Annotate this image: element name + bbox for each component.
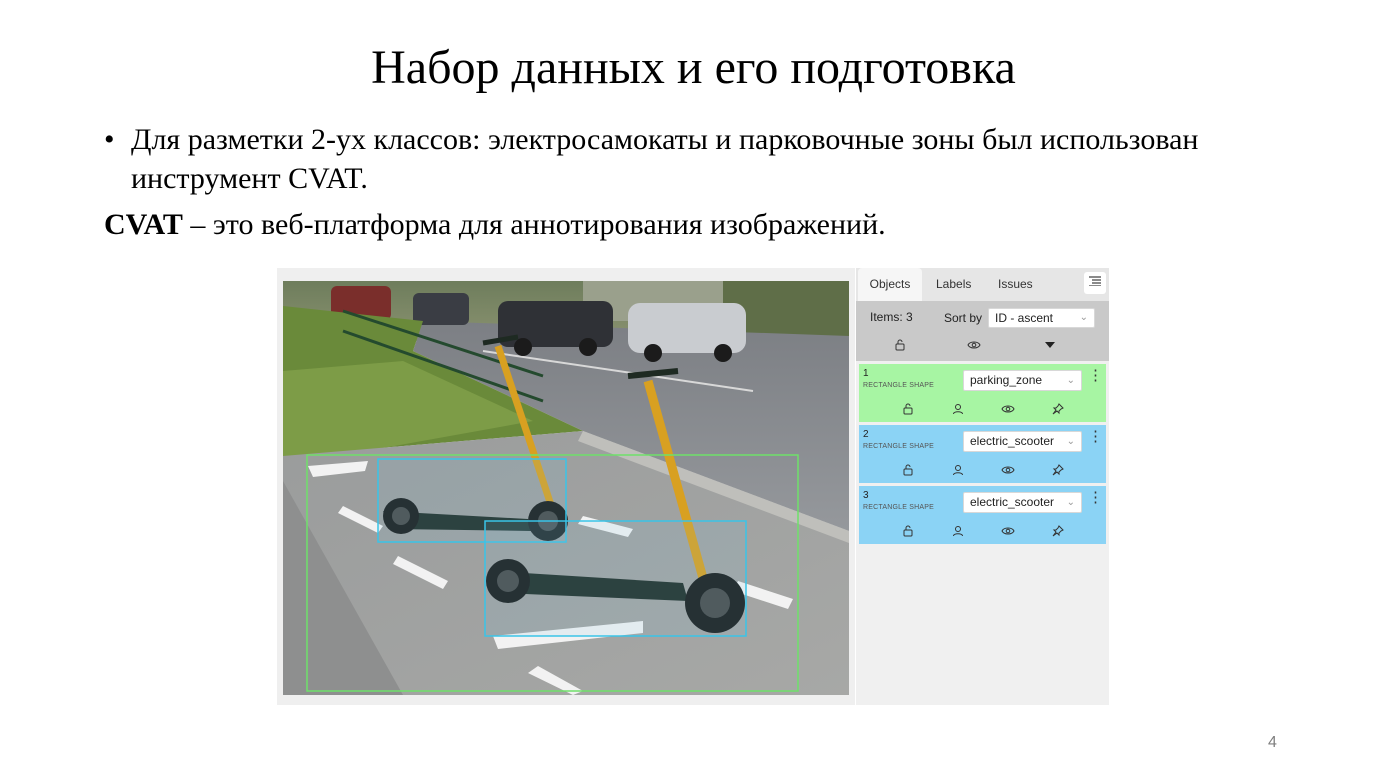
- caret-down-icon[interactable]: [1042, 339, 1058, 353]
- more-options-icon[interactable]: ⋮: [1088, 490, 1103, 505]
- object-label-select[interactable]: parking_zone ⌄: [963, 370, 1082, 391]
- tab-objects[interactable]: Objects: [858, 268, 922, 301]
- chevron-down-icon: ⌄: [1066, 497, 1075, 508]
- object-id: 2: [863, 429, 869, 440]
- eye-icon[interactable]: [1000, 463, 1016, 477]
- object-id: 3: [863, 490, 869, 501]
- sidebar-tabs: Objects Labels Issues: [856, 268, 1109, 301]
- object-label-select[interactable]: electric_scooter ⌄: [963, 492, 1082, 513]
- bullet-point: • Для разметки 2-ух классов: электросамо…: [104, 120, 1284, 198]
- slide-title: Набор данных и его подготовка: [371, 41, 1016, 94]
- pin-icon[interactable]: [1050, 524, 1066, 538]
- lock-icon[interactable]: [892, 339, 908, 353]
- bullet-text: Для разметки 2-ух классов: электросамока…: [131, 123, 1199, 195]
- object-label-value: parking_zone: [970, 373, 1043, 387]
- more-options-icon[interactable]: ⋮: [1088, 368, 1103, 383]
- person-icon[interactable]: [950, 463, 966, 477]
- sort-select[interactable]: ID - ascent ⌄: [988, 308, 1095, 328]
- object-kind: RECTANGLE SHAPE: [863, 504, 934, 511]
- object-id: 1: [863, 368, 869, 379]
- list-menu-icon[interactable]: [1084, 272, 1106, 294]
- lock-icon[interactable]: [900, 463, 916, 477]
- bbox-electric-scooter-2[interactable]: [484, 520, 747, 637]
- person-icon[interactable]: [950, 524, 966, 538]
- tab-issues[interactable]: Issues: [998, 268, 1033, 301]
- object-item-3[interactable]: 3 RECTANGLE SHAPE electric_scooter ⌄ ⋮: [859, 486, 1106, 544]
- eye-icon[interactable]: [1000, 402, 1016, 416]
- more-options-icon[interactable]: ⋮: [1088, 429, 1103, 444]
- bullet-symbol: •: [104, 123, 115, 156]
- pin-icon[interactable]: [1050, 402, 1066, 416]
- chevron-down-icon: ⌄: [1079, 312, 1088, 323]
- slide-number: 4: [1268, 734, 1277, 751]
- annotated-photo[interactable]: [283, 281, 849, 695]
- eye-icon[interactable]: [1000, 524, 1016, 538]
- pin-icon[interactable]: [1050, 463, 1066, 477]
- tab-labels[interactable]: Labels: [936, 268, 971, 301]
- chevron-down-icon: ⌄: [1066, 375, 1075, 386]
- chevron-down-icon: ⌄: [1066, 436, 1075, 447]
- object-kind: RECTANGLE SHAPE: [863, 443, 934, 450]
- eye-icon[interactable]: [966, 339, 982, 353]
- cvat-description: – это веб-платформа для аннотирования из…: [182, 208, 886, 241]
- cvat-definition: CVAT – это веб-платформа для аннотирован…: [104, 208, 886, 242]
- object-item-1[interactable]: 1 RECTANGLE SHAPE parking_zone ⌄ ⋮: [859, 364, 1106, 422]
- cvat-term: CVAT: [104, 208, 183, 241]
- object-item-2[interactable]: 2 RECTANGLE SHAPE electric_scooter ⌄ ⋮: [859, 425, 1106, 483]
- object-label-select[interactable]: electric_scooter ⌄: [963, 431, 1082, 452]
- lock-icon[interactable]: [900, 402, 916, 416]
- object-kind: RECTANGLE SHAPE: [863, 382, 934, 389]
- objects-header: Items: 3 Sort by ID - ascent ⌄: [856, 301, 1109, 361]
- sort-label: Sort by: [944, 311, 983, 325]
- items-count: Items: 3: [870, 310, 913, 324]
- person-icon[interactable]: [950, 402, 966, 416]
- object-label-value: electric_scooter: [970, 434, 1055, 448]
- object-label-value: electric_scooter: [970, 495, 1055, 509]
- scooter-scene: [283, 281, 849, 695]
- sort-select-value: ID - ascent: [995, 311, 1054, 325]
- objects-sidebar: Objects Labels Issues Items: 3 Sort by I…: [856, 268, 1109, 705]
- lock-icon[interactable]: [900, 524, 916, 538]
